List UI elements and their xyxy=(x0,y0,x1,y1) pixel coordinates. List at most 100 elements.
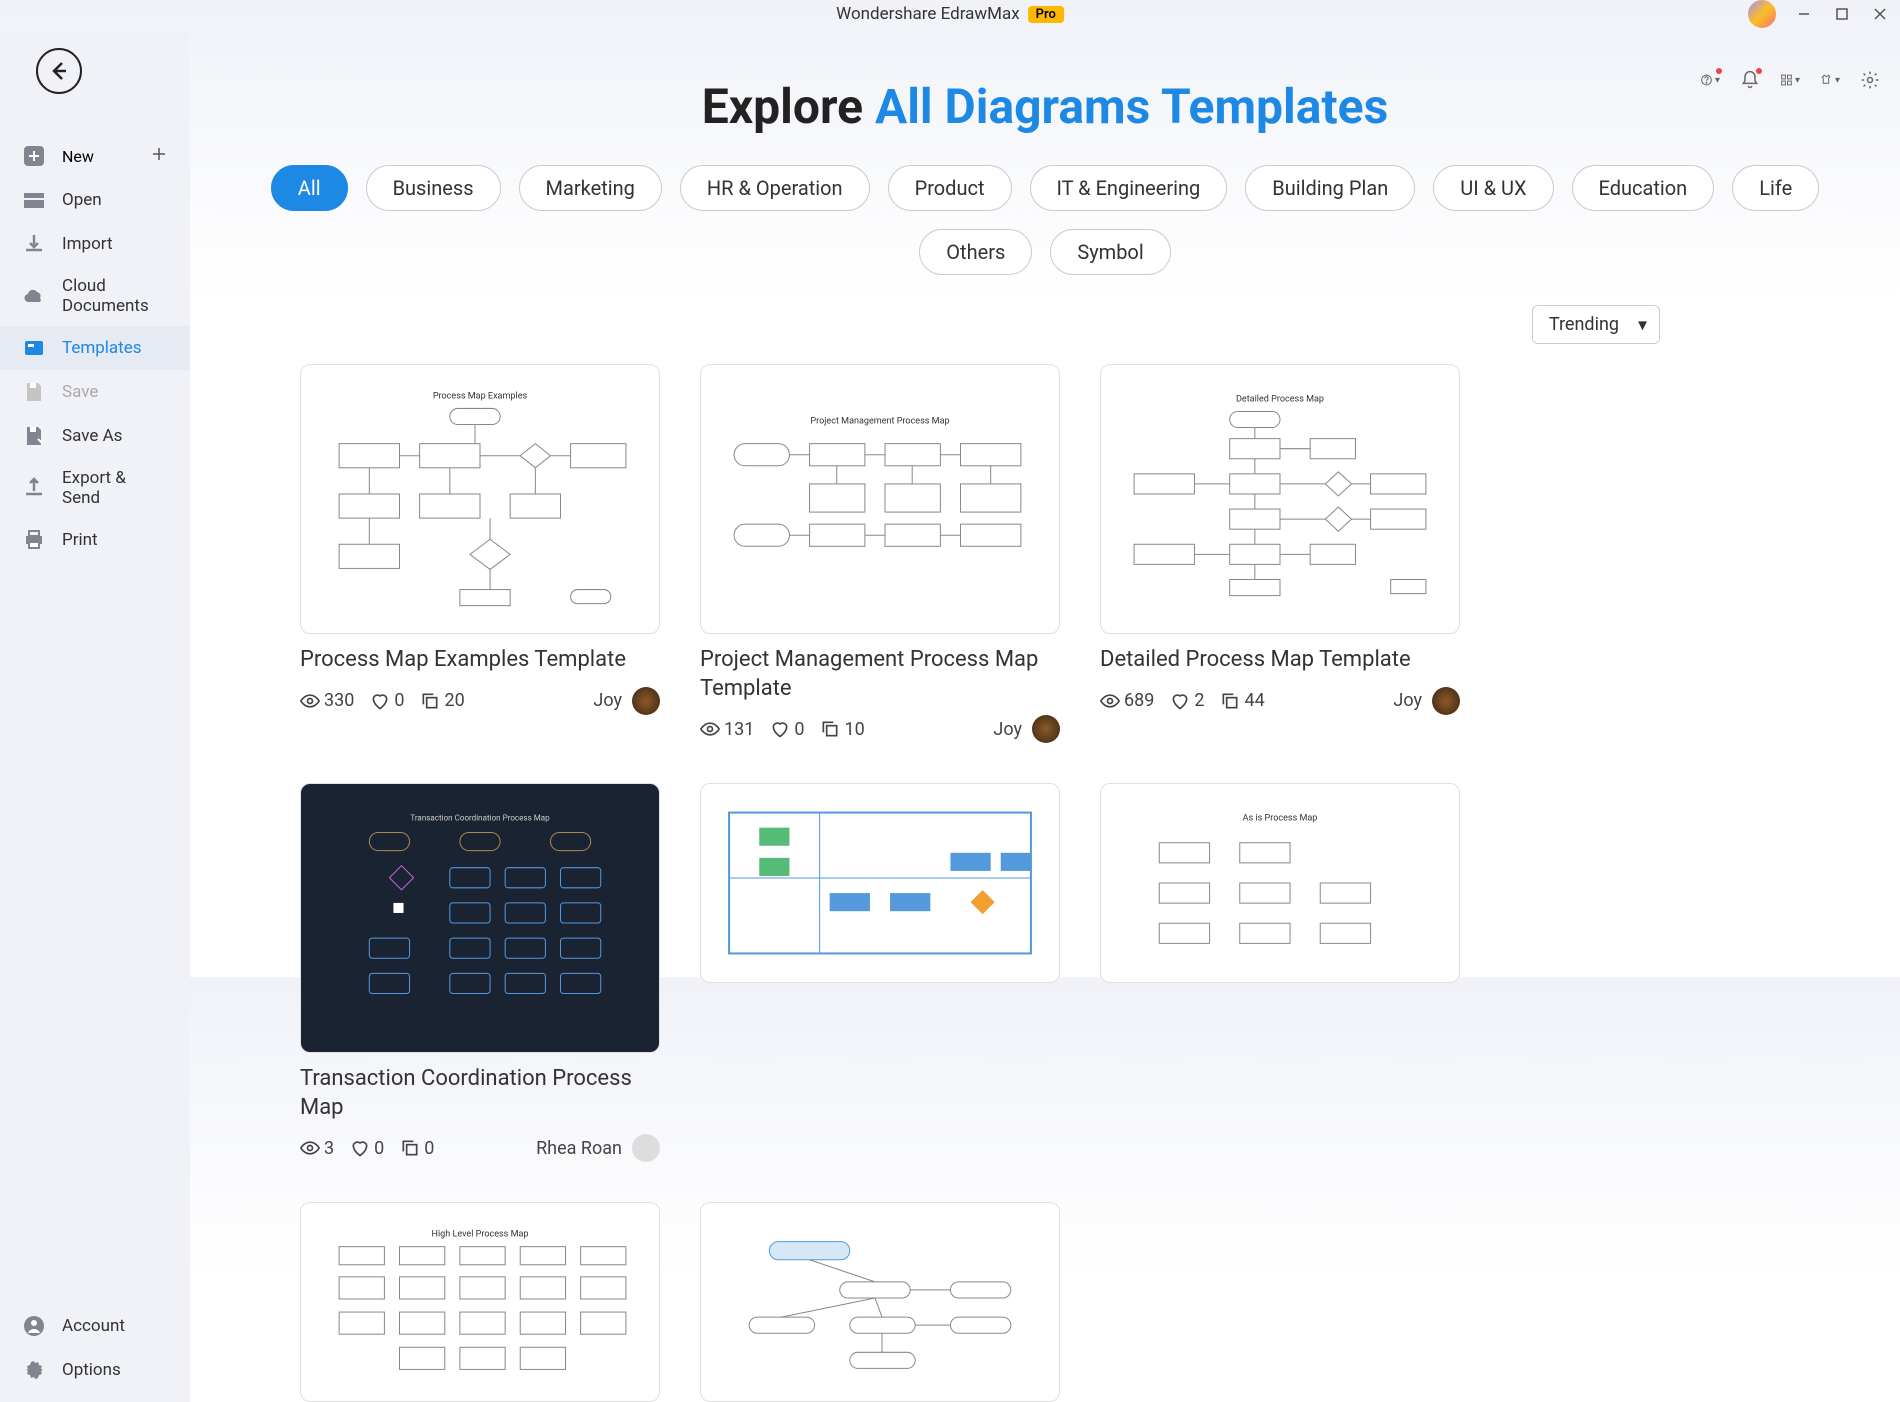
grid-icon[interactable]: ▾ xyxy=(1780,70,1800,90)
template-card[interactable]: High Level Process Map xyxy=(300,1202,660,1402)
wardrobe-icon[interactable]: ▾ xyxy=(1820,70,1840,90)
likes-stat: 2 xyxy=(1170,690,1204,711)
heading-prefix: Explore xyxy=(702,78,875,135)
likes-stat: 0 xyxy=(370,690,404,711)
card-preview: Transaction Coordination Process Map xyxy=(300,783,660,1053)
template-card[interactable]: Project Management Process Map xyxy=(700,364,1060,743)
app-title: Wondershare EdrawMax xyxy=(836,4,1020,24)
pro-badge: Pro xyxy=(1028,6,1064,23)
sidebar-label: Save As xyxy=(62,426,122,446)
cloud-icon xyxy=(22,284,46,308)
heading-blue: All Diagrams Templates xyxy=(875,78,1388,135)
filter-business[interactable]: Business xyxy=(366,165,501,211)
templates-icon xyxy=(22,336,46,360)
copies-stat: 20 xyxy=(420,690,464,711)
plus-icon[interactable] xyxy=(150,145,168,167)
author-avatar xyxy=(1432,687,1460,715)
sidebar-item-save-as[interactable]: Save As xyxy=(0,414,190,458)
template-card[interactable] xyxy=(700,1202,1060,1402)
filter-product[interactable]: Product xyxy=(888,165,1012,211)
template-card[interactable]: As is Process Map xyxy=(1100,783,1460,1162)
author-name: Rhea Roan xyxy=(536,1138,622,1159)
sort-label: Trending xyxy=(1549,314,1619,335)
card-title: Transaction Coordination Process Map xyxy=(300,1065,660,1122)
card-preview: Detailed Process Map xyxy=(1100,364,1460,634)
account-icon xyxy=(22,1314,46,1338)
filter-symbol[interactable]: Symbol xyxy=(1050,229,1170,275)
sidebar-item-account[interactable]: Account xyxy=(0,1304,190,1348)
author-name: Joy xyxy=(1393,690,1422,711)
author-avatar xyxy=(632,1134,660,1162)
sidebar-item-import[interactable]: Import xyxy=(0,222,190,266)
sidebar-label: Export & Send xyxy=(62,468,168,508)
author-avatar xyxy=(1032,715,1060,743)
maximize-button[interactable] xyxy=(1832,4,1852,24)
card-title: Process Map Examples Template xyxy=(300,646,660,675)
sidebar-label: Options xyxy=(62,1360,121,1380)
card-title: Detailed Process Map Template xyxy=(1100,646,1460,675)
back-button[interactable] xyxy=(36,48,82,94)
author-name: Joy xyxy=(993,719,1022,740)
user-avatar[interactable] xyxy=(1748,0,1776,28)
filter-others[interactable]: Others xyxy=(919,229,1032,275)
import-icon xyxy=(22,232,46,256)
card-preview: Project Management Process Map xyxy=(700,364,1060,634)
preview-title: Process Map Examples xyxy=(433,391,528,401)
author-avatar xyxy=(632,687,660,715)
save-icon xyxy=(22,380,46,404)
filter-row: All Business Marketing HR & Operation Pr… xyxy=(250,165,1840,275)
sidebar-label: Import xyxy=(62,234,113,254)
filter-education[interactable]: Education xyxy=(1572,165,1715,211)
sidebar-item-print[interactable]: Print xyxy=(0,518,190,562)
filter-hr[interactable]: HR & Operation xyxy=(680,165,870,211)
sidebar-label: Open xyxy=(62,190,102,210)
sidebar-item-new[interactable]: New xyxy=(0,134,190,178)
sidebar-item-templates[interactable]: Templates xyxy=(0,326,190,370)
sidebar-item-cloud[interactable]: Cloud Documents xyxy=(0,266,190,326)
svg-text:Detailed Process Map: Detailed Process Map xyxy=(1236,394,1324,404)
svg-text:As is Process Map: As is Process Map xyxy=(1243,814,1318,824)
svg-text:Project Management Process Map: Project Management Process Map xyxy=(810,417,949,427)
print-icon xyxy=(22,528,46,552)
page-heading: Explore All Diagrams Templates xyxy=(250,78,1840,135)
template-card[interactable]: Detailed Process Map xyxy=(1100,364,1460,743)
likes-stat: 0 xyxy=(350,1138,384,1159)
copies-stat: 0 xyxy=(400,1138,434,1159)
help-icon[interactable]: ▾ xyxy=(1700,70,1720,90)
sidebar-label: New xyxy=(62,147,94,166)
sidebar-label: Print xyxy=(62,530,98,550)
filter-building[interactable]: Building Plan xyxy=(1245,165,1415,211)
filter-uiux[interactable]: UI & UX xyxy=(1433,165,1553,211)
template-card[interactable]: Transaction Coordination Process Map xyxy=(300,783,660,1162)
sidebar-item-open[interactable]: Open xyxy=(0,178,190,222)
title-bar: Wondershare EdrawMax Pro xyxy=(0,0,1900,28)
main-content: Explore All Diagrams Templates All Busin… xyxy=(190,28,1900,1402)
sidebar-label: Cloud Documents xyxy=(62,276,168,316)
card-title: Project Management Process Map Template xyxy=(700,646,1060,703)
author-name: Joy xyxy=(593,690,622,711)
filter-it[interactable]: IT & Engineering xyxy=(1030,165,1228,211)
template-card[interactable]: Process Map Examples xyxy=(300,364,660,743)
close-button[interactable] xyxy=(1870,4,1890,24)
bell-icon[interactable] xyxy=(1740,70,1760,90)
views-stat: 3 xyxy=(300,1138,334,1159)
filter-all[interactable]: All xyxy=(271,165,348,211)
sidebar-item-export[interactable]: Export & Send xyxy=(0,458,190,518)
copies-stat: 10 xyxy=(820,719,864,740)
card-preview xyxy=(700,1202,1060,1402)
folder-icon xyxy=(22,188,46,212)
minimize-button[interactable] xyxy=(1794,4,1814,24)
save-as-icon xyxy=(22,424,46,448)
filter-life[interactable]: Life xyxy=(1732,165,1819,211)
filter-marketing[interactable]: Marketing xyxy=(519,165,662,211)
gear-icon[interactable] xyxy=(1860,70,1880,90)
toolbar-right: ▾ ▾ ▾ xyxy=(1700,70,1880,90)
sort-dropdown[interactable]: Trending ▾ xyxy=(1532,305,1660,344)
likes-stat: 0 xyxy=(770,719,804,740)
sidebar-label: Save xyxy=(62,382,98,402)
plus-square-icon xyxy=(22,144,46,168)
card-preview: High Level Process Map xyxy=(300,1202,660,1402)
template-card[interactable] xyxy=(700,783,1060,1162)
export-icon xyxy=(22,476,46,500)
sidebar-item-options[interactable]: Options xyxy=(0,1348,190,1392)
